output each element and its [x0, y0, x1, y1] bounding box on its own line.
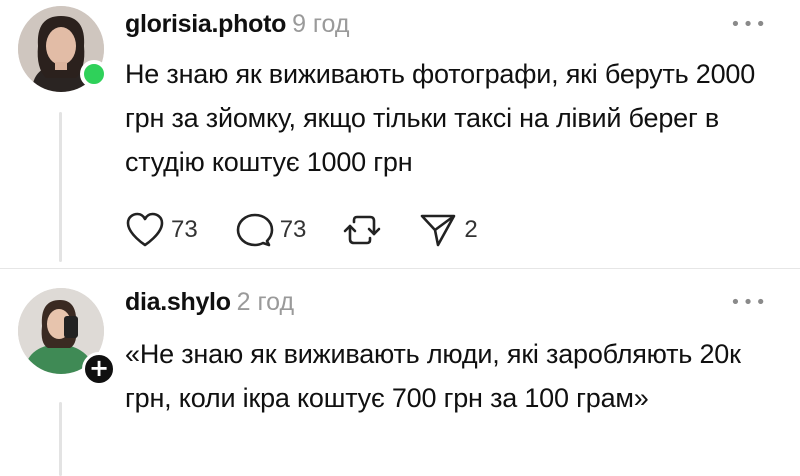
- heart-icon: [126, 212, 164, 247]
- post-time: 2 год: [236, 288, 295, 316]
- comment-count: 73: [279, 216, 307, 243]
- send-icon: [421, 214, 456, 247]
- post-header: glorisia.photo 9 год: [125, 10, 349, 39]
- avatar[interactable]: +: [18, 288, 116, 386]
- like-button[interactable]: 73: [125, 212, 198, 248]
- post-text: «Не знаю як виживають люди, які заробляю…: [125, 339, 741, 413]
- comment-icon: [236, 213, 274, 247]
- username[interactable]: dia.shylo: [125, 288, 231, 316]
- divider: [0, 268, 800, 269]
- username[interactable]: glorisia.photo: [125, 10, 286, 38]
- thread-line: [59, 402, 62, 476]
- avatar[interactable]: [18, 6, 108, 92]
- online-status-dot: [80, 60, 108, 88]
- share-button[interactable]: 2: [418, 212, 478, 248]
- repost-icon: [344, 215, 381, 245]
- post-header: dia.shylo 2 год: [125, 288, 294, 317]
- comment-button[interactable]: 73: [234, 212, 307, 248]
- more-options-icon[interactable]: •••: [730, 292, 768, 313]
- like-count: 73: [171, 216, 198, 243]
- post-actions: 73 73 2: [125, 210, 514, 250]
- repost-button[interactable]: [342, 212, 382, 248]
- follow-plus-badge[interactable]: +: [82, 352, 116, 386]
- post-text: Не знаю як виживають фотографи, які беру…: [125, 59, 756, 177]
- share-count: 2: [464, 216, 478, 243]
- thread-post: + dia.shylo 2 год ••• «Не знаю як виживаю…: [0, 270, 800, 476]
- post-time: 9 год: [292, 10, 350, 38]
- thread-post: glorisia.photo 9 год ••• Не знаю як вижив…: [0, 0, 800, 270]
- more-options-icon[interactable]: •••: [730, 14, 768, 35]
- thread-line: [59, 112, 62, 262]
